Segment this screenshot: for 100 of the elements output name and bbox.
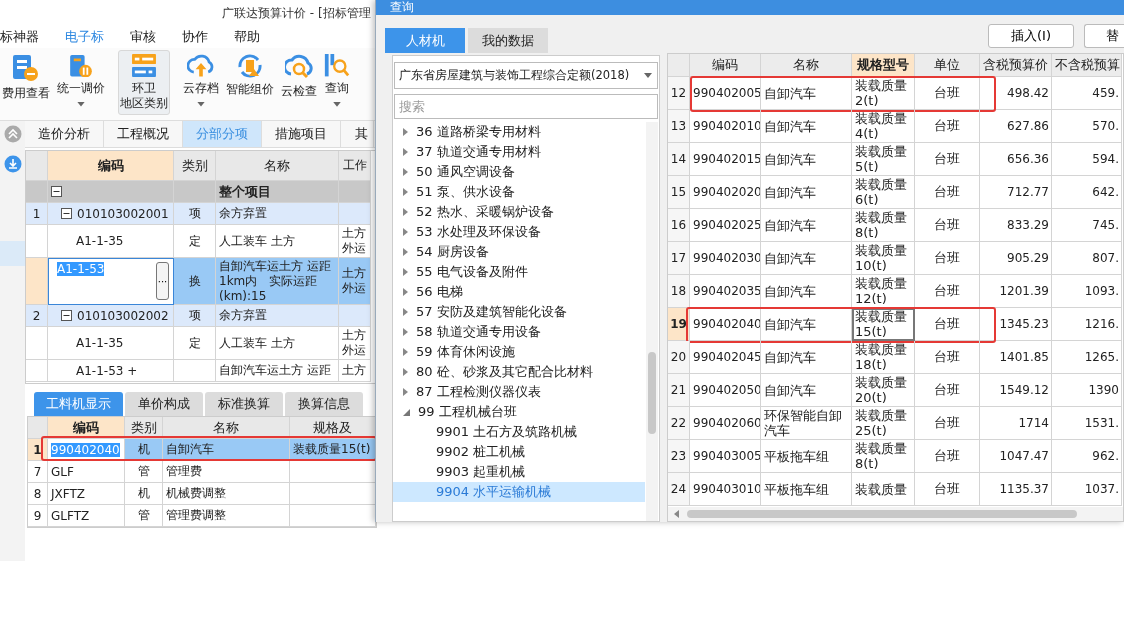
collapsed-arrow-icon[interactable] xyxy=(403,228,408,236)
table-cell: 管 xyxy=(125,505,163,527)
panel-icon xyxy=(131,54,157,77)
table-cell: 459. xyxy=(1052,77,1122,110)
scroll-left-icon[interactable] xyxy=(674,510,679,518)
tab[interactable]: 造价分析 xyxy=(25,121,104,147)
tree-item[interactable]: 80 砼、砂浆及其它配合比材料 xyxy=(393,362,645,382)
collapsed-arrow-icon[interactable] xyxy=(403,288,408,296)
table-cell: 1135.37 xyxy=(980,473,1052,506)
table-cell: 19 xyxy=(668,308,690,341)
table-cell: 990402010 xyxy=(690,110,761,143)
menu-item[interactable]: 帮助 xyxy=(234,27,260,46)
table-cell: 990402005 xyxy=(690,77,761,110)
scrollbar[interactable] xyxy=(646,122,658,521)
column-header: 单位 xyxy=(915,54,980,77)
table-cell: 土方 xyxy=(339,360,371,382)
table-cell: 装载质量6(t) xyxy=(852,176,915,209)
tab[interactable]: 我的数据 xyxy=(468,28,548,53)
tree-item[interactable]: 55 电气设备及附件 xyxy=(393,262,645,282)
table-cell: A1-1-35 xyxy=(48,327,174,360)
tree-item[interactable]: 52 热水、采暖锅炉设备 xyxy=(393,202,645,222)
collapsed-arrow-icon[interactable] xyxy=(403,348,408,356)
toolbar-button[interactable]: 云存档 xyxy=(181,50,221,115)
table-cell: 机械费调整 xyxy=(163,483,290,505)
download-icon[interactable] xyxy=(3,155,22,173)
tree-item[interactable]: 51 泵、供水设备 xyxy=(393,182,645,202)
tree-item[interactable]: 57 安防及建筑智能化设备 xyxy=(393,302,645,322)
column-header: 编码 xyxy=(690,54,761,77)
expanded-arrow-icon[interactable] xyxy=(403,408,410,416)
tree-item[interactable]: 99 工程机械台班 xyxy=(393,402,645,422)
table-cell: 机 xyxy=(125,439,163,461)
tab[interactable]: 单价构成 xyxy=(125,392,203,416)
toolbar-button[interactable]: 查询 xyxy=(322,50,352,115)
table-cell: 990402020 xyxy=(690,176,761,209)
table-cell: 装载质量18(t) xyxy=(852,341,915,374)
browse-button[interactable]: ··· xyxy=(156,262,169,300)
collapsed-arrow-icon[interactable] xyxy=(403,148,408,156)
table-cell: 土方外运 xyxy=(339,225,371,258)
library-dropdown[interactable]: 广东省房屋建筑与装饰工程综合定额(2018) xyxy=(394,62,658,89)
menu-item[interactable]: 审核 xyxy=(130,27,156,46)
tree-item[interactable]: 53 水处理及环保设备 xyxy=(393,222,645,242)
tree-item[interactable]: 36 道路桥梁专用材料 xyxy=(393,122,645,142)
table-cell: 1093. xyxy=(1052,275,1122,308)
selection-highlight xyxy=(0,241,25,266)
collapsed-arrow-icon[interactable] xyxy=(403,128,408,136)
tab[interactable]: 措施项目 xyxy=(262,121,341,147)
toolbar-button[interactable]: 费用查看 xyxy=(0,50,52,115)
scrollbar[interactable] xyxy=(668,507,1123,521)
table-cell: 990402015 xyxy=(690,143,761,176)
table-cell: 台班 xyxy=(915,374,980,407)
table-cell: 平板拖车组 xyxy=(761,440,852,473)
toolbar-button[interactable]: 智能组价 xyxy=(224,50,276,115)
tree-item[interactable]: 87 工程检测仪器仪表 xyxy=(393,382,645,402)
tree-item[interactable]: 37 轨道交通专用材料 xyxy=(393,142,645,162)
insert-button[interactable]: 插入(I) xyxy=(988,24,1074,48)
search-field[interactable]: 搜索 xyxy=(394,94,658,119)
menu-item[interactable]: 协作 xyxy=(182,27,208,46)
tree-item[interactable]: 9902 桩工机械 xyxy=(393,442,645,462)
tree-item[interactable]: 58 轨道交通专用设备 xyxy=(393,322,645,342)
tab[interactable]: 换算信息 xyxy=(285,392,363,416)
tree-item[interactable]: 9903 起重机械 xyxy=(393,462,645,482)
collapsed-arrow-icon[interactable] xyxy=(403,248,408,256)
tree-item[interactable]: 9901 土石方及筑路机械 xyxy=(393,422,645,442)
menu-item[interactable]: 电子标 xyxy=(65,27,104,46)
collapsed-arrow-icon[interactable] xyxy=(403,208,408,216)
table-cell: 装载质量25(t) xyxy=(852,407,915,440)
toolbar-button[interactable]: 统一调价 xyxy=(55,50,107,115)
collapsed-arrow-icon[interactable] xyxy=(403,388,408,396)
tab[interactable]: 其 xyxy=(341,121,374,147)
tree-item[interactable]: 59 体育休闲设施 xyxy=(393,342,645,362)
tree-item[interactable]: 50 通风空调设备 xyxy=(393,162,645,182)
tree-item[interactable]: 54 厨房设备 xyxy=(393,242,645,262)
replace-button[interactable]: 替 xyxy=(1084,24,1124,48)
menu-item[interactable]: 标神器 xyxy=(0,27,39,46)
tree-item[interactable]: 56 电梯 xyxy=(393,282,645,302)
table-cell: 18 xyxy=(668,275,690,308)
table-cell: 13 xyxy=(668,110,690,143)
code-field[interactable]: A1-1-53 ··· xyxy=(48,258,174,305)
collapsed-arrow-icon[interactable] xyxy=(403,328,408,336)
collapse-icon[interactable] xyxy=(61,310,72,321)
collapse-icon[interactable] xyxy=(51,186,62,197)
table-cell: 装载质量8(t) xyxy=(852,440,915,473)
table-cell: 990403010 xyxy=(690,473,761,506)
collapsed-arrow-icon[interactable] xyxy=(403,368,408,376)
code-text: 010103002002 xyxy=(77,308,169,323)
toolbar-button[interactable]: 环卫 地区类别 xyxy=(118,50,170,115)
collapsed-arrow-icon[interactable] xyxy=(403,188,408,196)
collapse-icon[interactable] xyxy=(61,208,72,219)
table-cell: 自卸汽车 xyxy=(163,439,290,461)
table-cell: 16 xyxy=(668,209,690,242)
collapsed-arrow-icon[interactable] xyxy=(403,308,408,316)
table-cell: 定 xyxy=(174,327,216,360)
table-cell: 17 xyxy=(668,242,690,275)
collapsed-arrow-icon[interactable] xyxy=(403,268,408,276)
toolbar-button[interactable]: 云检查 xyxy=(279,50,319,115)
tree-item[interactable]: 9904 水平运输机械 xyxy=(393,482,645,502)
search-icon xyxy=(324,54,350,78)
collapsed-arrow-icon[interactable] xyxy=(403,168,408,176)
table-cell: 1714 xyxy=(980,407,1052,440)
tab[interactable]: 标准换算 xyxy=(205,392,283,416)
